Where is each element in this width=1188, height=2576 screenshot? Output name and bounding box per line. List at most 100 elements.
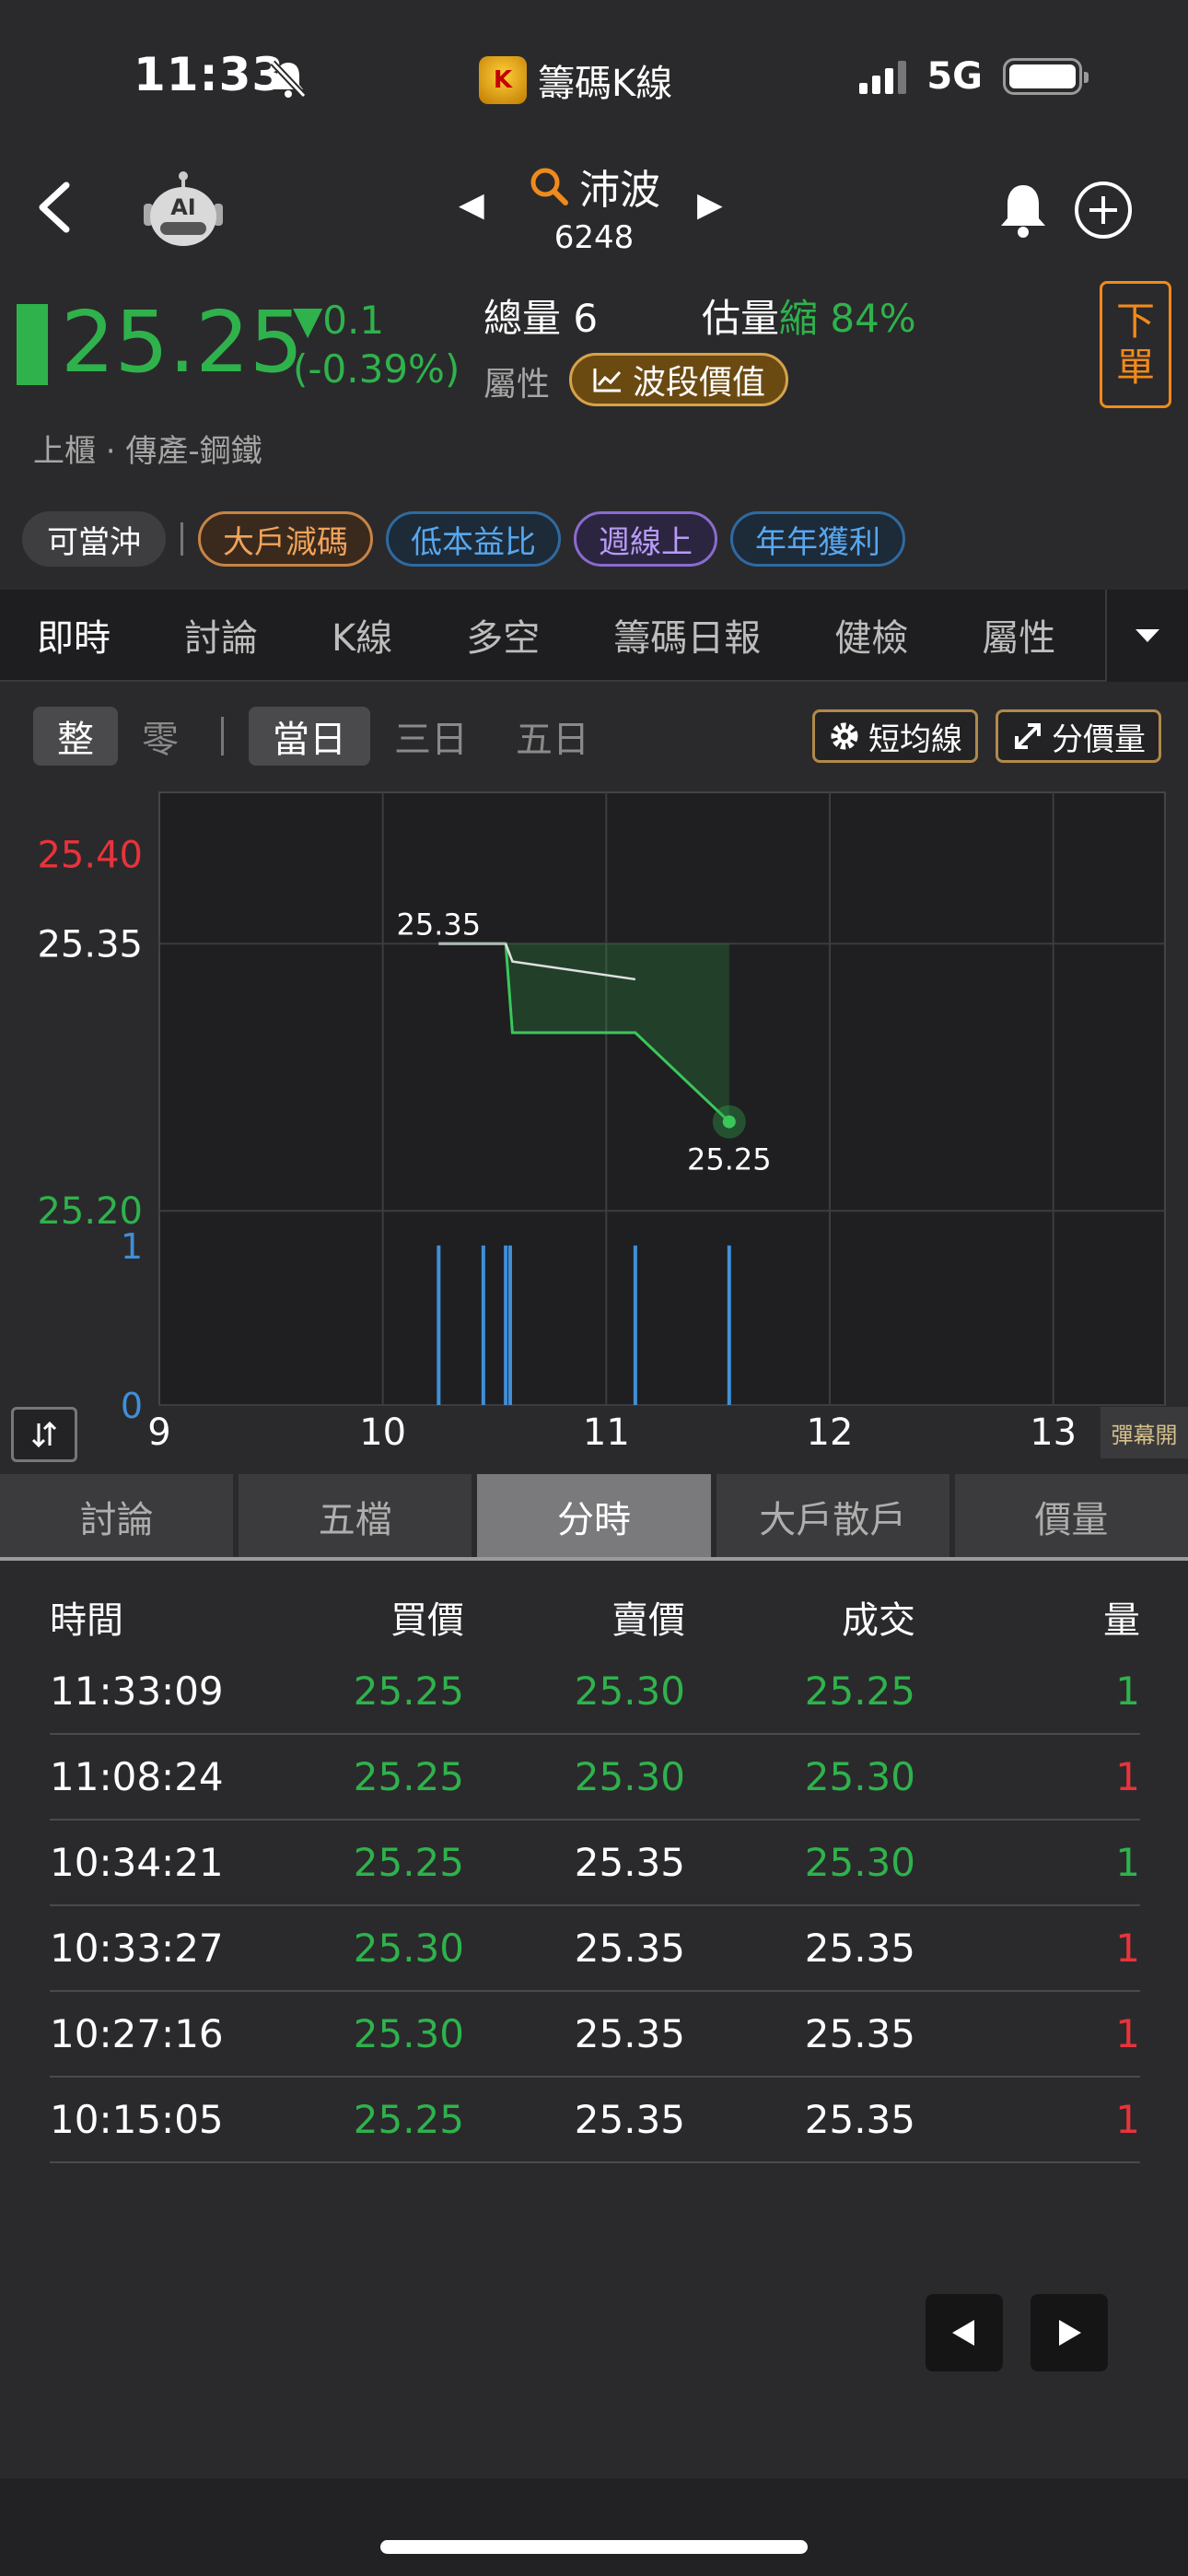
tag-big-holder-reduce[interactable]: 大戶減碼 xyxy=(198,511,373,567)
end-price-label: 25.25 xyxy=(687,1142,772,1177)
cell-deal: 25.30 xyxy=(804,1840,915,1885)
table-row: 10:33:27 25.30 25.35 25.35 1 xyxy=(50,1906,1140,1992)
order-button[interactable]: 下 單 xyxy=(1100,281,1171,408)
cell-qty: 1 xyxy=(1115,2011,1140,2056)
stock-selector[interactable]: 沛波 6248 xyxy=(456,157,732,256)
add-watchlist-icon[interactable] xyxy=(1073,180,1134,240)
subtab-time-sales[interactable]: 分時 xyxy=(477,1474,711,1559)
time-sales-table: 時間 買價 賣價 成交 量 11:33:09 25.25 25.30 25.25… xyxy=(50,1585,1140,2163)
tab-chip-daily[interactable]: 籌碼日報 xyxy=(577,608,798,662)
cell-ask: 25.35 xyxy=(574,1840,685,1885)
tag-day-trade[interactable]: 可當沖 xyxy=(22,511,166,567)
swap-arrows-icon xyxy=(31,1421,57,1448)
tab-realtime[interactable]: 即時 xyxy=(0,608,147,662)
prev-page-button[interactable] xyxy=(926,2294,1003,2371)
tab-kline[interactable]: K線 xyxy=(295,608,429,662)
cell-deal: 25.25 xyxy=(804,1669,915,1714)
cell-deal: 25.35 xyxy=(804,2011,915,2056)
cell-bid: 25.25 xyxy=(353,2097,464,2142)
whole-lot-toggle[interactable]: 整 xyxy=(33,707,118,766)
subtab-price-volume[interactable]: 價量 xyxy=(954,1474,1188,1559)
time-tick-label: 9 xyxy=(147,1411,170,1446)
network-label: 5G xyxy=(926,55,983,98)
change-percent: (-0.39%) xyxy=(293,345,460,392)
cell-bid: 25.30 xyxy=(353,2011,464,2056)
app-logo-icon: K xyxy=(479,56,527,104)
cell-time: 11:08:24 xyxy=(50,1754,224,1799)
attribute-label: 屬性 xyxy=(483,366,551,404)
day-range-toggle: 當日 三日 五日 xyxy=(249,707,613,766)
status-time: 11:33 xyxy=(134,48,285,101)
search-icon xyxy=(530,168,568,205)
cell-bid: 25.25 xyxy=(353,1669,464,1714)
tag-divider xyxy=(181,522,183,556)
subtab-discussion[interactable]: 討論 xyxy=(0,1474,234,1559)
odd-lot-toggle[interactable]: 零 xyxy=(118,707,203,766)
current-price: 25.25 xyxy=(61,293,304,392)
battery-icon xyxy=(1003,58,1089,95)
tab-health[interactable]: 健檢 xyxy=(798,608,945,662)
cell-bid: 25.25 xyxy=(353,1754,464,1799)
time-tick-label: 11 xyxy=(583,1411,630,1446)
tab-bull-bear[interactable]: 多空 xyxy=(429,608,577,662)
time-tick-label: 12 xyxy=(807,1411,854,1446)
cell-bid: 25.30 xyxy=(353,1926,464,1971)
triangle-left-icon xyxy=(952,2320,974,2346)
header-time: 時間 xyxy=(50,1599,123,1642)
bottom-safe-area xyxy=(0,2478,1188,2576)
price-volume-button[interactable]: 分價量 xyxy=(996,709,1161,763)
tab-attribute[interactable]: 屬性 xyxy=(945,608,1092,662)
subtab-big-small-holders[interactable]: 大戶散戶 xyxy=(716,1474,949,1559)
tag-list: 可當沖 大戶減碼 低本益比 週線上 年年獲利 xyxy=(22,511,905,567)
bell-icon[interactable] xyxy=(993,180,1054,240)
ai-robot-icon[interactable]: AI xyxy=(138,170,228,252)
danmaku-toggle[interactable]: 彈幕開 xyxy=(1101,1407,1188,1458)
swap-chart-button[interactable] xyxy=(11,1407,77,1462)
back-icon[interactable] xyxy=(33,180,74,235)
cell-time: 10:33:27 xyxy=(50,1926,224,1971)
status-right: 5G xyxy=(859,55,1089,98)
estimated-volume: 估量縮 84% xyxy=(702,296,916,341)
price-change: ▼0.1 (-0.39%) xyxy=(293,297,460,393)
stock-name: 沛波 xyxy=(579,167,660,214)
volume-tick-label: 0 xyxy=(121,1386,143,1426)
cell-deal: 25.35 xyxy=(804,2097,915,2142)
gear-icon xyxy=(831,722,858,750)
cell-time: 10:34:21 xyxy=(50,1840,224,1885)
price-tick-label: 25.40 xyxy=(37,835,143,877)
short-ma-button[interactable]: 短均線 xyxy=(812,709,978,763)
next-stock-button[interactable]: ▶ xyxy=(697,186,723,224)
next-page-button[interactable] xyxy=(1031,2294,1108,2371)
change-value: ▼0.1 xyxy=(293,298,385,343)
table-row: 10:34:21 25.25 25.35 25.30 1 xyxy=(50,1821,1140,1906)
intraday-chart: 25.4025.3525.20109 10 11 12 1325.3525.25 xyxy=(37,791,1166,1446)
tab-discussion[interactable]: 討論 xyxy=(147,608,295,662)
wave-value-button[interactable]: 波段價值 xyxy=(569,353,789,406)
tag-yearly-profit[interactable]: 年年獲利 xyxy=(730,511,905,567)
cell-ask: 25.30 xyxy=(574,1754,685,1799)
range-today[interactable]: 當日 xyxy=(249,707,370,766)
tabs-more-button[interactable] xyxy=(1105,590,1188,682)
tag-above-weekly[interactable]: 週線上 xyxy=(574,511,717,567)
table-row: 11:33:09 25.25 25.30 25.25 1 xyxy=(50,1649,1140,1735)
header-bid: 買價 xyxy=(390,1599,464,1642)
chart-plot-area xyxy=(158,791,1166,1406)
range-five-days[interactable]: 五日 xyxy=(492,707,613,766)
start-price-label: 25.35 xyxy=(397,907,482,942)
time-tick-label: 13 xyxy=(1030,1411,1077,1446)
app-name: 籌碼K線 xyxy=(538,63,673,105)
range-three-days[interactable]: 三日 xyxy=(370,707,492,766)
tag-low-pe[interactable]: 低本益比 xyxy=(386,511,561,567)
expand-icon xyxy=(1015,723,1041,749)
sub-tab-underline xyxy=(0,1557,1188,1561)
subtab-five-levels[interactable]: 五檔 xyxy=(239,1474,472,1559)
cell-time: 10:15:05 xyxy=(50,2097,224,2142)
cell-qty: 1 xyxy=(1115,1926,1140,1971)
total-volume: 總量 6 xyxy=(483,296,599,341)
cell-qty: 1 xyxy=(1115,2097,1140,2142)
home-indicator[interactable] xyxy=(380,2540,808,2554)
signal-icon xyxy=(859,59,907,94)
table-header: 時間 買價 賣價 成交 量 xyxy=(50,1585,1140,1649)
table-row: 11:08:24 25.25 25.30 25.30 1 xyxy=(50,1735,1140,1821)
cell-bid: 25.25 xyxy=(353,1840,464,1885)
